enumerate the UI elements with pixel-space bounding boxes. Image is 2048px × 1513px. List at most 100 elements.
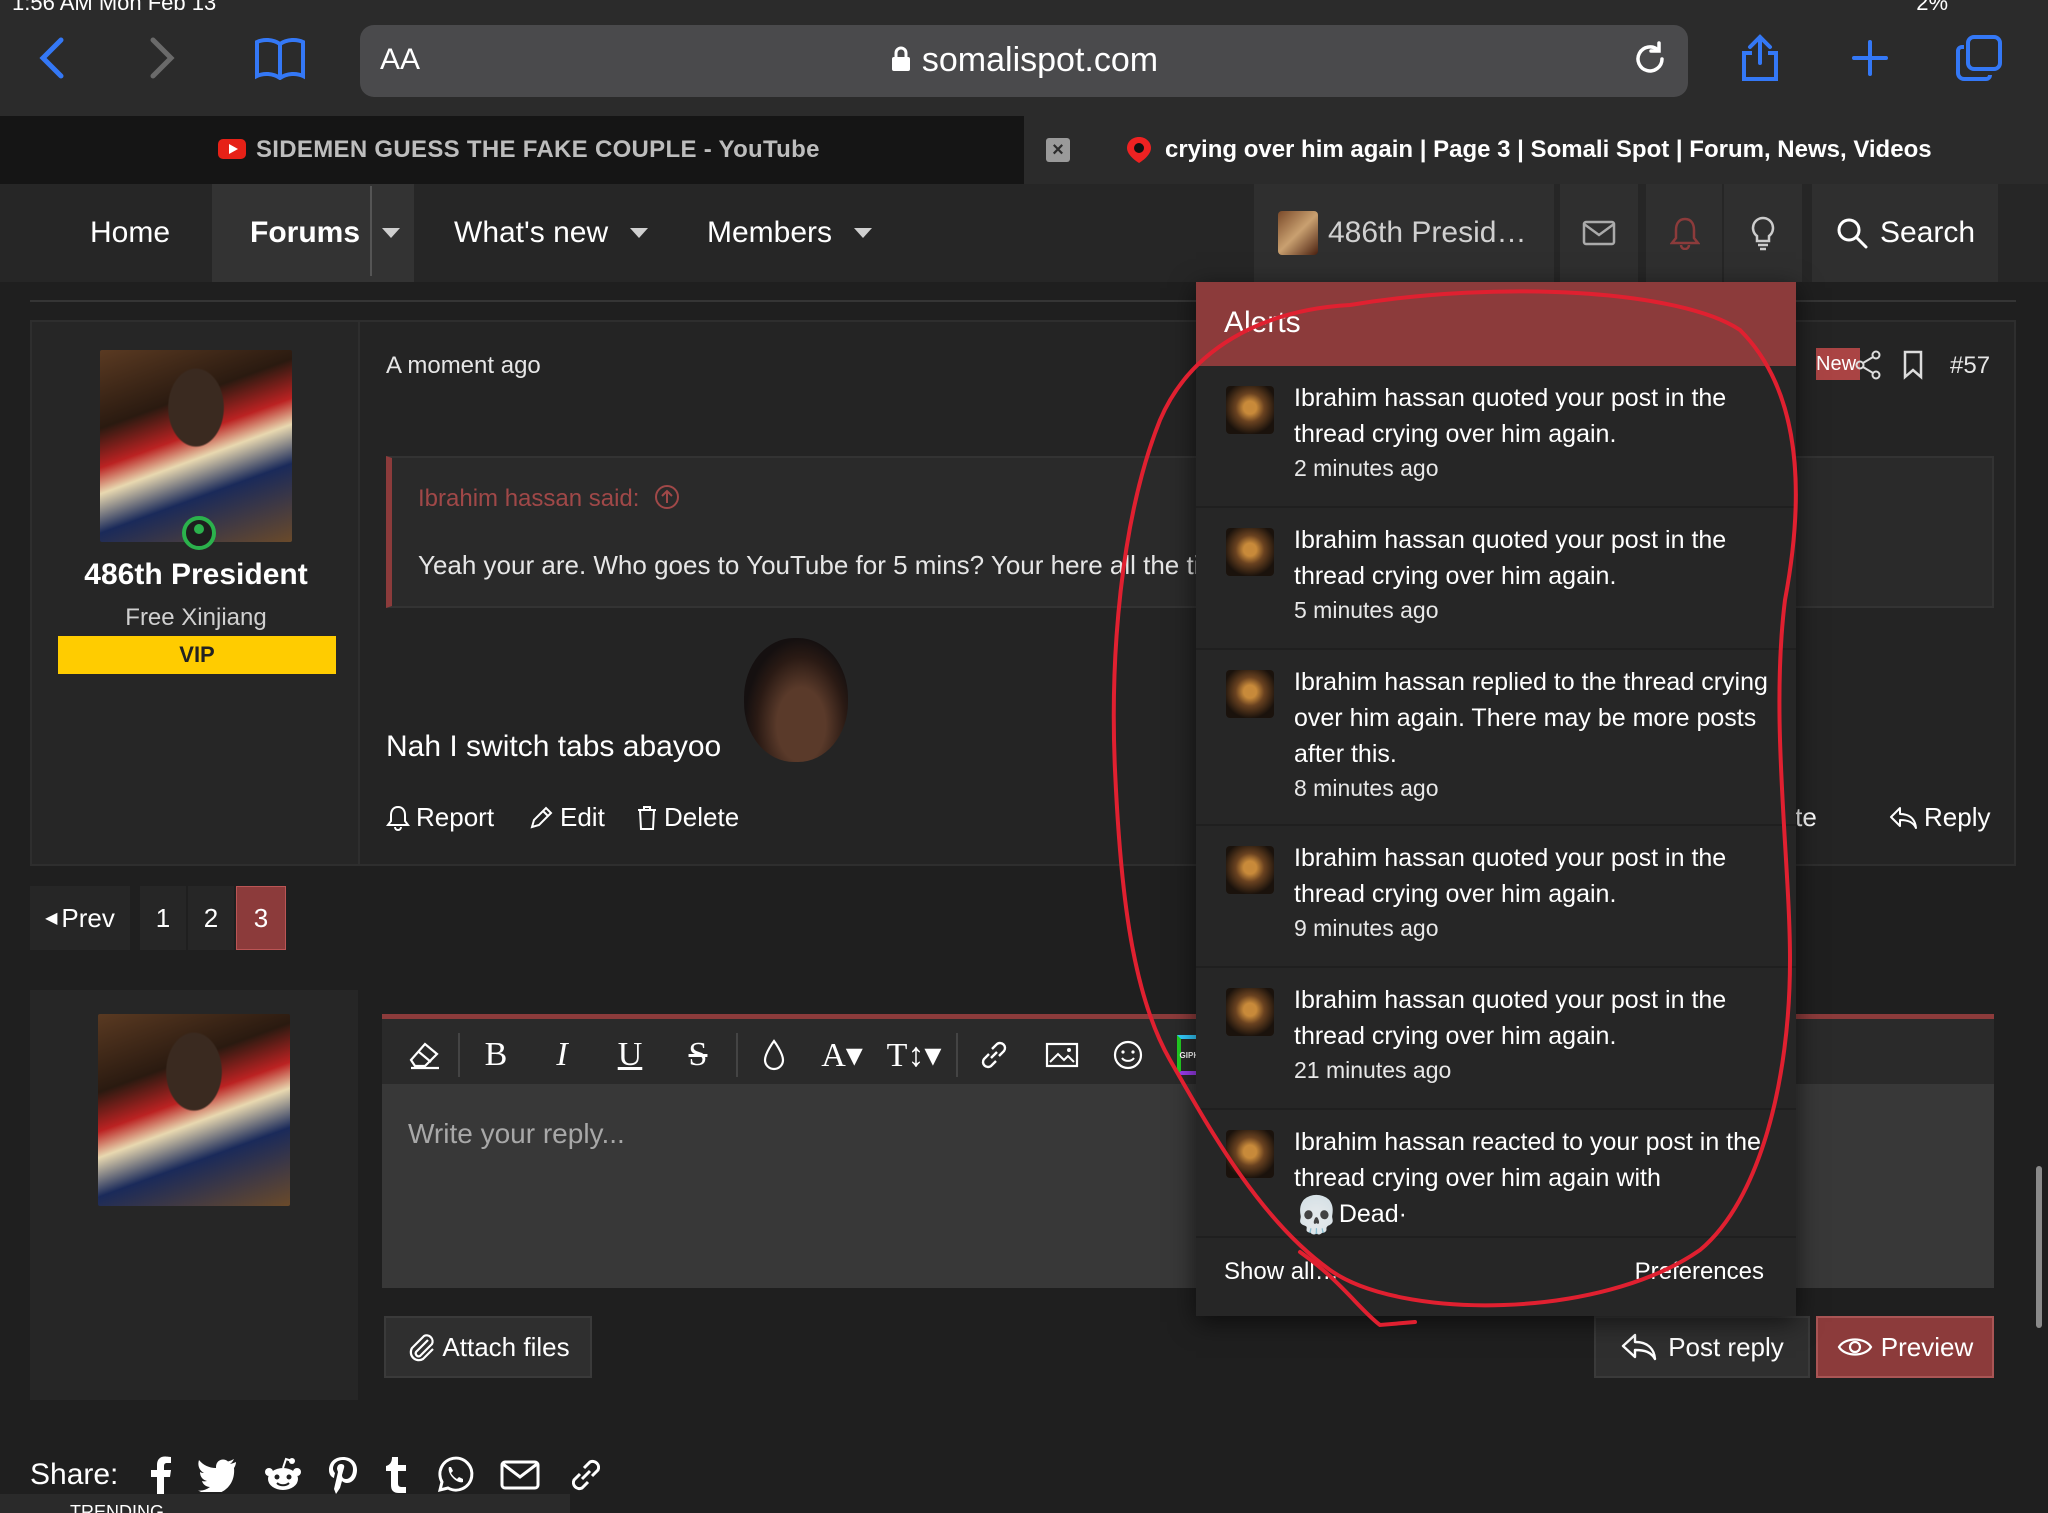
toolbar-divider [458, 1033, 460, 1077]
bookmarks-button[interactable] [250, 28, 310, 88]
alert-text: Ibrahim hassan reacted to your post in t… [1294, 1124, 1774, 1233]
alert-time: 9 minutes ago [1294, 915, 1439, 941]
twitter-icon[interactable] [198, 1458, 238, 1492]
avatar[interactable] [1226, 670, 1274, 718]
alert-item[interactable]: Ibrahim hassan quoted your post in the t… [1196, 968, 1796, 1110]
tabs-overview-button[interactable] [1950, 28, 2010, 88]
share-sheet-button[interactable] [1730, 28, 1790, 88]
post-timestamp[interactable]: A moment ago [386, 352, 541, 380]
insert-link-button[interactable] [964, 1027, 1024, 1083]
action-label: Delete [664, 802, 740, 832]
close-tab-icon[interactable]: × [1046, 138, 1070, 162]
underline-button[interactable]: U [600, 1027, 660, 1083]
address-bar[interactable]: AA somalispot.com [360, 25, 1688, 97]
prev-label: Prev [61, 902, 115, 933]
avatar[interactable] [1226, 1130, 1274, 1178]
alert-text: Ibrahim hassan quoted your post in the t… [1294, 840, 1774, 944]
vip-badge: VIP [58, 636, 336, 674]
chevron-down-icon[interactable] [382, 228, 400, 238]
nav-home[interactable]: Home [90, 184, 170, 282]
reply-button[interactable]: Reply [1888, 802, 1990, 833]
delete-button[interactable]: Delete [636, 802, 739, 833]
nav-forums[interactable]: Forums [212, 184, 414, 282]
email-icon[interactable] [500, 1459, 540, 1491]
insert-emoji-button[interactable] [1098, 1027, 1158, 1083]
avatar[interactable] [1226, 528, 1274, 576]
whats-new-button[interactable] [1722, 184, 1802, 282]
toolbar-divider [736, 1033, 738, 1077]
report-button[interactable]: Report [386, 802, 494, 833]
bold-button[interactable]: B [466, 1027, 526, 1083]
emoji-image [744, 638, 848, 762]
link-icon[interactable] [566, 1455, 606, 1495]
alert-message: Ibrahim hassan reacted to your post in t… [1294, 1128, 1761, 1192]
avatar[interactable] [1226, 988, 1274, 1036]
forward-button[interactable] [132, 28, 192, 88]
tumblr-icon[interactable] [384, 1456, 410, 1494]
reload-button[interactable] [1630, 39, 1670, 84]
attach-files-button[interactable]: Attach files [384, 1316, 592, 1378]
online-status-icon [182, 516, 216, 550]
new-tab-button[interactable] [1840, 28, 1900, 88]
post-number[interactable]: #57 [1950, 352, 1990, 380]
status-bar: 1:56 AM Mon Feb 13 2% [0, 0, 2048, 20]
alert-item[interactable]: Ibrahim hassan quoted your post in the t… [1196, 826, 1796, 968]
trending-bar[interactable]: TRENDING [0, 1494, 570, 1513]
droplet-icon [763, 1039, 785, 1071]
avatar[interactable] [1226, 386, 1274, 434]
bell-icon [386, 805, 410, 831]
page-link-current[interactable]: 3 [236, 886, 286, 950]
preferences-link[interactable]: Preferences [1635, 1258, 1764, 1286]
nav-members[interactable]: Members [707, 184, 873, 282]
strikethrough-icon: S [688, 1036, 708, 1073]
underline-icon: U [617, 1036, 643, 1073]
chevron-down-icon[interactable] [854, 228, 873, 238]
nav-account[interactable]: 486th Presid… [1254, 184, 1554, 282]
font-size-button[interactable]: T↕▾ [884, 1027, 944, 1083]
page-link[interactable]: 1 [140, 886, 186, 950]
chevron-down-icon[interactable] [630, 228, 649, 238]
scrollbar[interactable] [2036, 1166, 2042, 1328]
edit-button[interactable]: Edit [528, 802, 605, 833]
quote-author[interactable]: Ibrahim hassan said: [418, 484, 680, 513]
author-name[interactable]: 486th President [32, 558, 360, 592]
strikethrough-button[interactable]: S [668, 1027, 728, 1083]
arrow-up-circle-icon[interactable] [654, 484, 680, 510]
tab-youtube[interactable]: SIDEMEN GUESS THE FAKE COUPLE - YouTube [0, 116, 1024, 184]
paperclip-icon [410, 1334, 435, 1362]
whatsapp-icon[interactable] [436, 1456, 474, 1494]
prev-page-button[interactable]: ◀ Prev [30, 886, 130, 950]
image-icon [1045, 1042, 1079, 1068]
alert-item[interactable]: Ibrahim hassan replied to the thread cry… [1196, 650, 1796, 826]
clear-formatting-button[interactable] [394, 1027, 454, 1083]
reddit-icon[interactable] [264, 1457, 302, 1493]
alert-item[interactable]: Ibrahim hassan reacted to your post in t… [1196, 1110, 1796, 1238]
avatar[interactable] [100, 350, 292, 542]
book-icon [255, 37, 305, 80]
page-link[interactable]: 2 [188, 886, 234, 950]
status-time: 1:56 AM Mon Feb 13 [12, 0, 217, 15]
nav-whats-new[interactable]: What's new [454, 184, 649, 282]
share-post-icon[interactable] [1854, 350, 1882, 380]
show-all-link[interactable]: Show all… [1224, 1258, 1339, 1286]
alert-item[interactable]: Ibrahim hassan quoted your post in the t… [1196, 366, 1796, 508]
insert-image-button[interactable] [1032, 1027, 1092, 1083]
preview-button[interactable]: Preview [1816, 1316, 1994, 1378]
alerts-button[interactable] [1644, 184, 1724, 282]
nav-label: Members [707, 216, 833, 249]
facebook-icon[interactable] [148, 1455, 172, 1495]
bookmark-icon[interactable] [1902, 350, 1924, 380]
italic-button[interactable]: I [532, 1027, 592, 1083]
search-label: Search [1880, 216, 1976, 249]
pinterest-icon[interactable] [328, 1456, 358, 1494]
avatar[interactable] [1226, 846, 1274, 894]
tab-somalispot[interactable]: × crying over him again | Page 3 | Somal… [1024, 116, 2048, 184]
alert-item[interactable]: Ibrahim hassan quoted your post in the t… [1196, 508, 1796, 650]
search-button[interactable]: Search [1812, 184, 1998, 282]
link-icon [981, 1041, 1007, 1069]
text-color-button[interactable] [744, 1027, 804, 1083]
back-button[interactable] [22, 28, 82, 88]
post-reply-button[interactable]: Post reply [1594, 1316, 1810, 1378]
font-family-button[interactable]: A▾ [812, 1027, 872, 1083]
inbox-button[interactable] [1558, 184, 1638, 282]
